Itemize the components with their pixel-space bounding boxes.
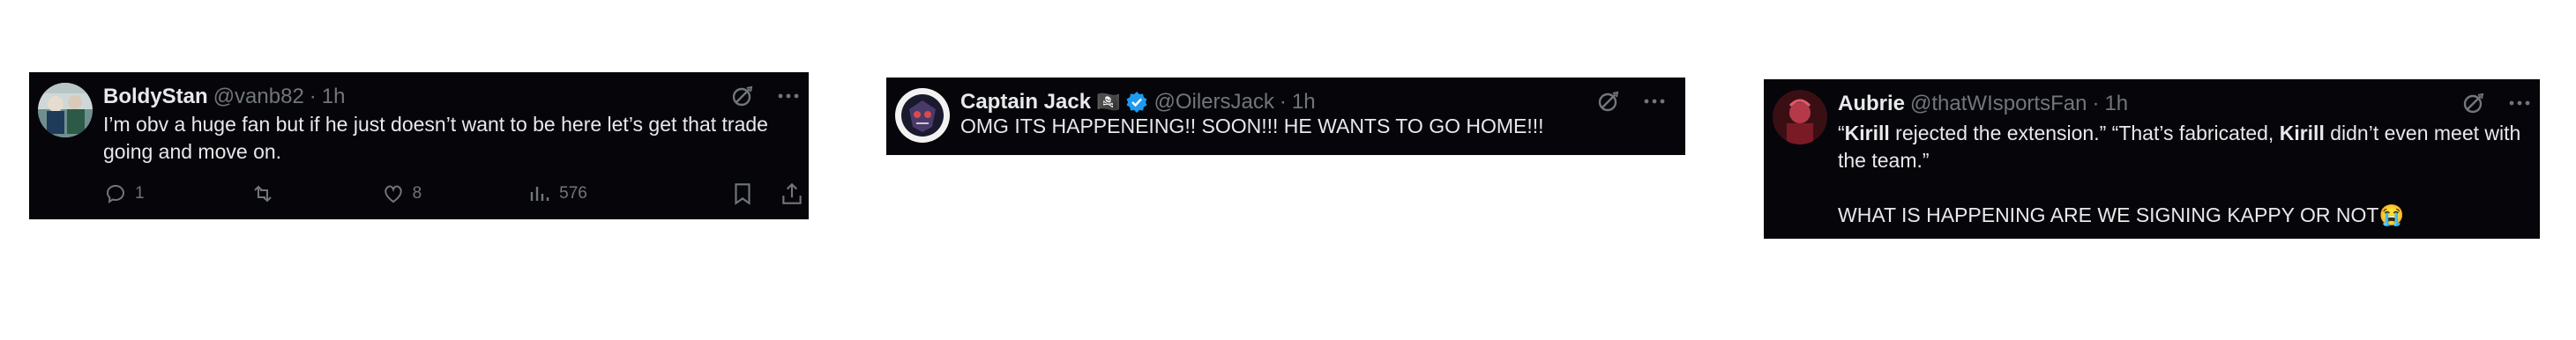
like-icon bbox=[381, 181, 406, 206]
grok-icon[interactable] bbox=[729, 83, 756, 109]
avatar[interactable] bbox=[38, 83, 93, 137]
grok-icon[interactable] bbox=[1595, 88, 1622, 115]
repost-button[interactable] bbox=[250, 181, 275, 206]
more-icon[interactable] bbox=[775, 83, 802, 109]
verified-badge-icon bbox=[1125, 91, 1148, 114]
mention-kirill: Kirill bbox=[1844, 122, 1890, 144]
avatar[interactable] bbox=[895, 88, 950, 143]
display-name[interactable]: Captain Jack bbox=[960, 90, 1091, 115]
reply-count: 1 bbox=[135, 184, 145, 203]
handle[interactable]: @thatWIsportsFan bbox=[1910, 92, 2087, 116]
tweet-boldystan[interactable]: BoldyStan @vanb82 · 1h I’m obv a huge fa… bbox=[29, 72, 809, 219]
separator: · bbox=[2092, 92, 2100, 115]
timestamp[interactable]: 1h bbox=[322, 85, 346, 109]
handle[interactable]: @OilersJack bbox=[1154, 90, 1273, 115]
tweet-aubrie[interactable]: Aubrie @thatWIsportsFan · 1h “Kirill rej… bbox=[1764, 79, 2540, 239]
grok-icon[interactable] bbox=[2460, 90, 2487, 116]
action-bar: 1 8 576 bbox=[103, 180, 805, 208]
view-count: 576 bbox=[559, 184, 587, 203]
tweet-text: “Kirill rejected the extension.” “That’s… bbox=[1838, 120, 2526, 229]
separator: · bbox=[1279, 90, 1287, 114]
more-icon[interactable] bbox=[1641, 88, 1668, 115]
tweet-text-line-1: “Kirill rejected the extension.” “That’s… bbox=[1838, 120, 2526, 174]
tweet-text: I’m obv a huge fan but if he just doesn’… bbox=[103, 113, 768, 163]
repost-icon bbox=[250, 181, 275, 206]
more-icon[interactable] bbox=[2506, 90, 2533, 116]
display-name[interactable]: BoldyStan bbox=[103, 85, 208, 109]
views-button[interactable]: 576 bbox=[527, 181, 587, 206]
bookmark-icon[interactable] bbox=[729, 181, 756, 207]
like-count: 8 bbox=[412, 184, 422, 203]
tweet-text-line-2: WHAT IS HAPPENING ARE WE SIGNING KAPPY O… bbox=[1838, 202, 2526, 229]
text-segment: WHAT IS HAPPENING ARE WE SIGNING KAPPY O… bbox=[1838, 203, 2379, 226]
display-name[interactable]: Aubrie bbox=[1838, 92, 1905, 116]
timestamp[interactable]: 1h bbox=[1292, 90, 1316, 115]
reply-button[interactable]: 1 bbox=[103, 181, 145, 206]
crying-emoji: 😭 bbox=[2378, 203, 2405, 226]
reply-icon bbox=[103, 181, 128, 206]
share-icon[interactable] bbox=[779, 181, 805, 207]
separator: · bbox=[309, 85, 317, 108]
text-segment: “ bbox=[1838, 122, 1845, 144]
views-icon bbox=[527, 181, 552, 206]
tweet-text: OMG ITS HAPPENEING!! SOON!!! HE WANTS TO… bbox=[960, 115, 1544, 137]
pirate-flag-emoji: 🏴‍☠️ bbox=[1096, 91, 1121, 113]
avatar[interactable] bbox=[1773, 90, 1827, 144]
timestamp[interactable]: 1h bbox=[2104, 92, 2128, 116]
handle[interactable]: @vanb82 bbox=[213, 85, 304, 109]
like-button[interactable]: 8 bbox=[381, 181, 422, 206]
mention-kirill: Kirill bbox=[2279, 122, 2325, 144]
tweet-captain-jack[interactable]: Captain Jack 🏴‍☠️ @OilersJack · 1h OMG I… bbox=[886, 78, 1685, 155]
text-segment: rejected the extension.” “That’s fabrica… bbox=[1889, 122, 2280, 144]
